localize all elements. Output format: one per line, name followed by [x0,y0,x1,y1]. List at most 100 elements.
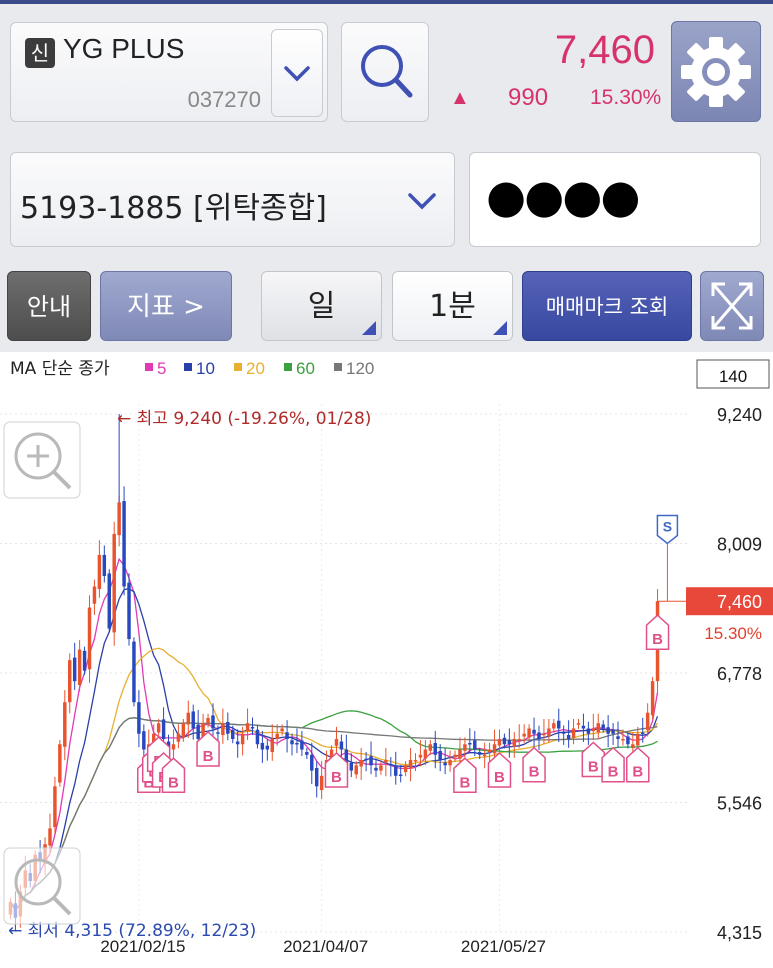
candle-body [650,681,655,716]
buy-marker[interactable]: B [487,751,512,788]
zoom-out-icon[interactable] [3,847,81,925]
buy-marker[interactable]: B [196,730,220,767]
legend-swatch [234,363,242,371]
candle-body [97,554,102,590]
candle-body [339,741,344,750]
y-tick-label: 9,240 [717,405,762,425]
buy-marker[interactable]: B [601,746,625,783]
candle-body [260,742,265,750]
candle-body [492,744,497,754]
period-select[interactable]: 일 [261,271,382,341]
candle-body [596,723,600,733]
candle-body [275,733,279,739]
account-selector[interactable]: 5193-1885 [위탁종합] [10,152,455,247]
buy-marker-label: B [459,774,470,791]
buy-marker[interactable]: B [645,614,670,650]
candle-body [265,745,270,750]
stock-name: YG PLUS [63,33,185,64]
candle-body [621,738,625,741]
buy-marker[interactable]: B [324,751,349,788]
candle-body [487,749,492,753]
candle-body [240,733,245,745]
candle-body [319,775,324,791]
candle-body [374,767,378,771]
candle-body [270,738,274,753]
buy-marker-label: B [203,748,214,765]
legend-item-label: 120 [346,359,374,378]
candle-body [186,712,191,725]
stock-dropdown-button[interactable] [271,29,323,117]
candle-body [161,719,166,739]
candle-body [87,607,92,670]
password-field[interactable]: ●●●● [469,152,761,247]
candle-body [591,728,596,732]
chart-area[interactable]: BBBBBBBBBBBBBBS 9,2408,0096,7785,5464,31… [0,352,773,963]
candle-body [349,762,354,771]
y-tick-label: 8,009 [717,534,762,554]
legend-swatch [184,363,192,371]
candle-body [636,733,640,746]
candle-body [127,582,131,640]
candle-body [102,554,107,576]
candle-body [359,760,363,767]
stock-selector[interactable]: 신 YG PLUS 037270 [10,22,328,122]
buy-marker-label: B [331,769,342,786]
y-tick-label: 5,546 [717,794,762,814]
candle-body [171,744,176,750]
price-change: 990 [508,84,549,111]
current-price: 7,460 [554,28,655,72]
candle-body [53,786,57,828]
minute-select[interactable]: 1분 [392,271,513,341]
buy-marker-label: B [632,764,643,781]
x-tick-label: 2021/05/27 [461,937,546,956]
info-button[interactable]: 안내 [7,271,91,341]
candle-body [280,728,284,732]
legend-swatch [334,363,342,371]
candlestick-chart[interactable]: BBBBBBBBBBBBBBS 9,2408,0096,7785,5464,31… [0,352,773,963]
dropdown-corner-icon [493,321,507,335]
candle-body [334,738,339,746]
gear-icon [681,37,751,107]
candle-body [112,533,116,633]
candle-body [295,742,299,745]
candle-body [581,725,586,729]
password-mask: ●●●● [486,169,641,223]
candle-body [285,732,289,739]
trade-mark-lookup-button[interactable]: 매매마크 조회 [522,271,692,341]
candle-body [77,649,82,685]
candle-body [453,754,457,758]
candle-body [566,735,571,739]
count-box-value: 140 [719,367,747,386]
buy-marker[interactable]: B [626,746,650,783]
account-label: 5193-1885 [위탁종합] [20,191,327,226]
candle-body [482,754,487,757]
settings-button[interactable] [671,21,761,122]
search-button[interactable] [341,22,429,122]
sell-marker[interactable]: S [656,514,679,602]
buy-marker-label: B [168,774,179,791]
price-change-rate: 15.30% [590,86,662,109]
candle-body [522,733,526,737]
buy-marker[interactable]: B [581,741,606,778]
candle-body [255,729,260,745]
indicator-button[interactable]: 지표 > [100,271,232,341]
candle-body [537,732,541,739]
candle-body [557,720,561,729]
chevron-down-icon [408,193,436,210]
stock-code: 037270 [187,87,261,112]
period-label: 일 [307,289,336,324]
buy-marker[interactable]: B [522,746,546,783]
candle-body [384,760,388,763]
candle-body [68,660,72,703]
candle-body [601,724,605,729]
candle-body [305,752,309,755]
zoom-in-icon[interactable] [3,421,81,499]
expand-button[interactable] [700,271,764,341]
candle-body [542,733,546,736]
buy-marker[interactable]: B [453,757,477,794]
candle-body [216,732,220,734]
candle-body [423,749,428,759]
y-tick-label: 6,778 [717,664,762,684]
candle-body [616,736,620,739]
ma60-line [9,710,658,912]
